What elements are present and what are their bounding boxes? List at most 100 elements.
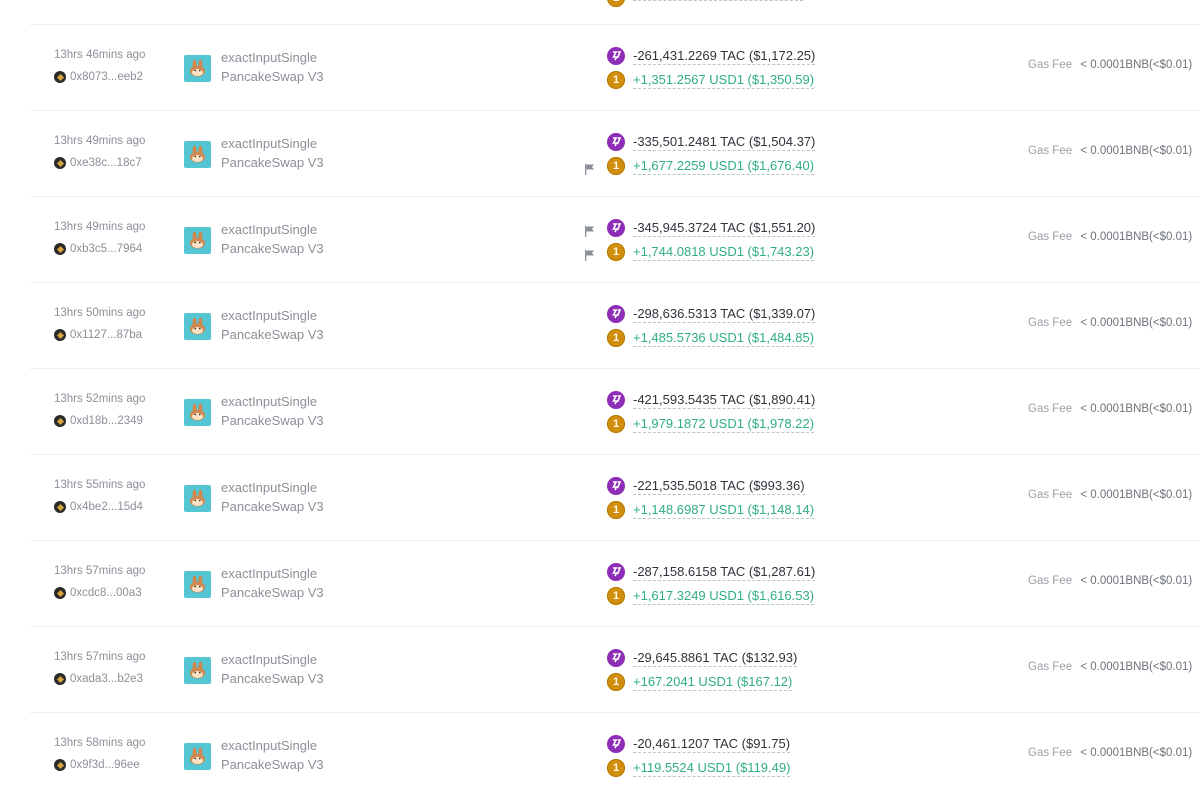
pancakeswap-logo-icon — [184, 227, 211, 254]
usd1-token-icon: 1 — [607, 329, 625, 347]
method-name[interactable]: exactInputSingle — [221, 652, 317, 667]
transaction-row: 13hrs 58mins ago 0x9f3d...96ee exactInpu… — [0, 713, 1200, 799]
tx-time[interactable]: 13hrs 46mins ago — [54, 49, 145, 61]
tac-token-icon — [607, 219, 625, 237]
dex-name[interactable]: PancakeSwap V3 — [221, 671, 324, 686]
method-name[interactable]: exactInputSingle — [221, 308, 317, 323]
amount-out[interactable]: -335,501.2481 TAC ($1,504.37) — [633, 134, 816, 151]
amount-out[interactable]: -421,593.5435 TAC ($1,890.41) — [633, 392, 816, 409]
gas-fee-label: Gas Fee — [1028, 317, 1073, 329]
tx-sender[interactable]: 0x8073...eeb2 — [54, 71, 143, 83]
gas-fee: Gas Fee < 0.0001BNB(<$0.01) — [1028, 231, 1192, 243]
flag-icon[interactable] — [585, 162, 595, 175]
tx-sender[interactable]: 0x4be2...15d4 — [54, 501, 143, 513]
bnb-chain-icon — [54, 415, 66, 427]
amount-in[interactable]: +1,677.2259 USD1 ($1,676.40) — [633, 158, 815, 175]
method-name[interactable]: exactInputSingle — [221, 738, 317, 753]
amount-in[interactable]: +1,744.0818 USD1 ($1,743.23) — [633, 244, 815, 261]
gas-fee-value: < 0.0001BNB(<$0.01) — [1080, 661, 1193, 673]
tx-time[interactable]: 13hrs 49mins ago — [54, 221, 145, 233]
bnb-chain-icon — [54, 157, 66, 169]
pancakeswap-logo-icon — [184, 485, 211, 512]
tx-sender[interactable]: 0xb3c5...7964 — [54, 243, 142, 255]
dex-name[interactable]: PancakeSwap V3 — [221, 241, 324, 256]
amount-out[interactable]: -287,158.6158 TAC ($1,287.61) — [633, 564, 816, 581]
gas-fee: Gas Fee < 0.0001BNB(<$0.01) — [1028, 575, 1192, 587]
sender-address[interactable]: 0x9f3d...96ee — [70, 759, 140, 771]
tx-time[interactable]: 13hrs 55mins ago — [54, 479, 145, 491]
transaction-row: 13hrs 50mins ago 0x1127...87ba exactInpu… — [0, 283, 1200, 369]
amount-underline — [633, 0, 803, 1]
method-name[interactable]: exactInputSingle — [221, 222, 317, 237]
sender-address[interactable]: 0x4be2...15d4 — [70, 501, 143, 513]
method-name[interactable]: exactInputSingle — [221, 480, 317, 495]
dex-name[interactable]: PancakeSwap V3 — [221, 327, 324, 342]
gas-fee: Gas Fee < 0.0001BNB(<$0.01) — [1028, 145, 1192, 157]
dex-name[interactable]: PancakeSwap V3 — [221, 155, 324, 170]
sender-address[interactable]: 0x1127...87ba — [70, 329, 142, 341]
amount-out[interactable]: -221,535.5018 TAC ($993.36) — [633, 478, 805, 495]
amount-in[interactable]: +1,485.5736 USD1 ($1,484.85) — [633, 330, 815, 347]
amount-in[interactable]: +1,351.2567 USD1 ($1,350.59) — [633, 72, 815, 89]
amount-out[interactable]: -298,636.5313 TAC ($1,339.07) — [633, 306, 816, 323]
sender-address[interactable]: 0xe38c...18c7 — [70, 157, 142, 169]
tx-time[interactable]: 13hrs 52mins ago — [54, 393, 145, 405]
tx-sender[interactable]: 0xada3...b2e3 — [54, 673, 143, 685]
tx-time[interactable]: 13hrs 49mins ago — [54, 135, 145, 147]
amount-in[interactable]: +1,979.1872 USD1 ($1,978.22) — [633, 416, 815, 433]
gas-fee-label: Gas Fee — [1028, 489, 1073, 501]
dex-name[interactable]: PancakeSwap V3 — [221, 413, 324, 428]
method-name[interactable]: exactInputSingle — [221, 50, 317, 65]
amount-in[interactable]: +1,148.6987 USD1 ($1,148.14) — [633, 502, 815, 519]
amount-in[interactable]: +1,617.3249 USD1 ($1,616.53) — [633, 588, 815, 605]
gas-fee-label: Gas Fee — [1028, 59, 1073, 71]
usd1-token-icon: 1 — [607, 157, 625, 175]
usd1-token-icon: 1 — [607, 0, 625, 7]
gas-fee-value: < 0.0001BNB(<$0.01) — [1080, 145, 1193, 157]
sender-address[interactable]: 0xb3c5...7964 — [70, 243, 142, 255]
dex-name[interactable]: PancakeSwap V3 — [221, 757, 324, 772]
sender-address[interactable]: 0x8073...eeb2 — [70, 71, 143, 83]
usd1-token-icon: 1 — [607, 71, 625, 89]
gas-fee-label: Gas Fee — [1028, 403, 1073, 415]
amount-in[interactable]: +119.5524 USD1 ($119.49) — [633, 760, 791, 777]
tx-sender[interactable]: 0x1127...87ba — [54, 329, 142, 341]
gas-fee: Gas Fee < 0.0001BNB(<$0.01) — [1028, 489, 1192, 501]
gas-fee-value: < 0.0001BNB(<$0.01) — [1080, 403, 1193, 415]
gas-fee-label: Gas Fee — [1028, 145, 1073, 157]
gas-fee: Gas Fee < 0.0001BNB(<$0.01) — [1028, 403, 1192, 415]
amount-out[interactable]: -29,645.8861 TAC ($132.93) — [633, 650, 798, 667]
tx-sender[interactable]: 0xcdc8...00a3 — [54, 587, 142, 599]
tx-time[interactable]: 13hrs 57mins ago — [54, 565, 145, 577]
amount-out[interactable]: -345,945.3724 TAC ($1,551.20) — [633, 220, 816, 237]
amount-out[interactable]: -261,431.2269 TAC ($1,172.25) — [633, 48, 816, 65]
tx-sender[interactable]: 0xd18b...2349 — [54, 415, 143, 427]
dex-name[interactable]: PancakeSwap V3 — [221, 499, 324, 514]
tx-time[interactable]: 13hrs 58mins ago — [54, 737, 145, 749]
bnb-chain-icon — [54, 673, 66, 685]
usd1-token-icon: 1 — [607, 415, 625, 433]
amount-out[interactable]: -20,461.1207 TAC ($91.75) — [633, 736, 791, 753]
amount-in[interactable]: +167.2041 USD1 ($167.12) — [633, 674, 793, 691]
method-name[interactable]: exactInputSingle — [221, 136, 317, 151]
dex-name[interactable]: PancakeSwap V3 — [221, 585, 324, 600]
tx-time[interactable]: 13hrs 57mins ago — [54, 651, 145, 663]
tac-token-icon — [607, 563, 625, 581]
bnb-chain-icon — [54, 587, 66, 599]
gas-fee-label: Gas Fee — [1028, 575, 1073, 587]
tx-sender[interactable]: 0x9f3d...96ee — [54, 759, 140, 771]
flag-icon[interactable] — [585, 248, 595, 261]
pancakeswap-logo-icon — [184, 743, 211, 770]
method-name[interactable]: exactInputSingle — [221, 566, 317, 581]
dex-name[interactable]: PancakeSwap V3 — [221, 69, 324, 84]
sender-address[interactable]: 0xcdc8...00a3 — [70, 587, 142, 599]
method-name[interactable]: exactInputSingle — [221, 394, 317, 409]
sender-address[interactable]: 0xada3...b2e3 — [70, 673, 143, 685]
bnb-chain-icon — [54, 501, 66, 513]
tx-time[interactable]: 13hrs 50mins ago — [54, 307, 145, 319]
sender-address[interactable]: 0xd18b...2349 — [70, 415, 143, 427]
gas-fee: Gas Fee < 0.0001BNB(<$0.01) — [1028, 747, 1192, 759]
flag-icon[interactable] — [585, 224, 595, 237]
tx-sender[interactable]: 0xe38c...18c7 — [54, 157, 142, 169]
tac-token-icon — [607, 305, 625, 323]
